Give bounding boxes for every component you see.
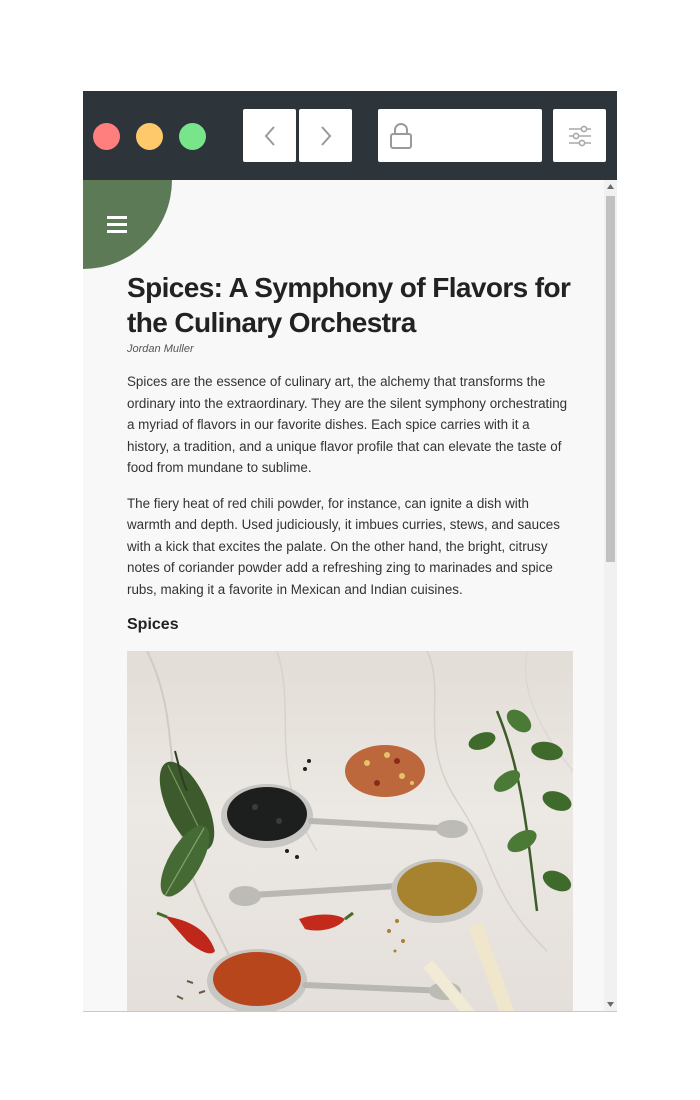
close-window-button[interactable] [93,123,120,150]
settings-button[interactable] [553,109,606,162]
forward-button[interactable] [299,109,352,162]
vertical-scrollbar[interactable] [604,180,617,1011]
scroll-up-arrow-icon[interactable] [607,183,614,190]
browser-window: Spices: A Symphony of Flavors for the Cu… [83,91,617,1012]
lock-icon [390,123,412,149]
chevron-right-icon [320,125,331,146]
spices-photo [127,651,573,1011]
menu-button[interactable] [83,180,172,269]
sliders-icon [568,125,591,146]
title-bar [83,91,617,180]
scrollbar-thumb[interactable] [606,196,615,562]
article-title: Spices: A Symphony of Flavors for the Cu… [127,272,571,338]
chevron-left-icon [264,125,275,146]
maximize-window-button[interactable] [179,123,206,150]
minimize-window-button[interactable] [136,123,163,150]
hamburger-menu-icon [107,216,127,233]
article-paragraph: The fiery heat of red chili powder, for … [127,495,560,597]
section-heading: Spices [127,616,179,633]
page-content: Spices: A Symphony of Flavors for the Cu… [83,180,604,1011]
article-paragraph: Spices are the essence of culinary art, … [127,374,568,475]
article-author: Jordan Muller [127,343,194,355]
address-bar[interactable] [378,109,542,162]
article: Spices: A Symphony of Flavors for the Cu… [127,270,575,1011]
scroll-down-arrow-icon[interactable] [607,1001,614,1008]
back-button[interactable] [243,109,296,162]
